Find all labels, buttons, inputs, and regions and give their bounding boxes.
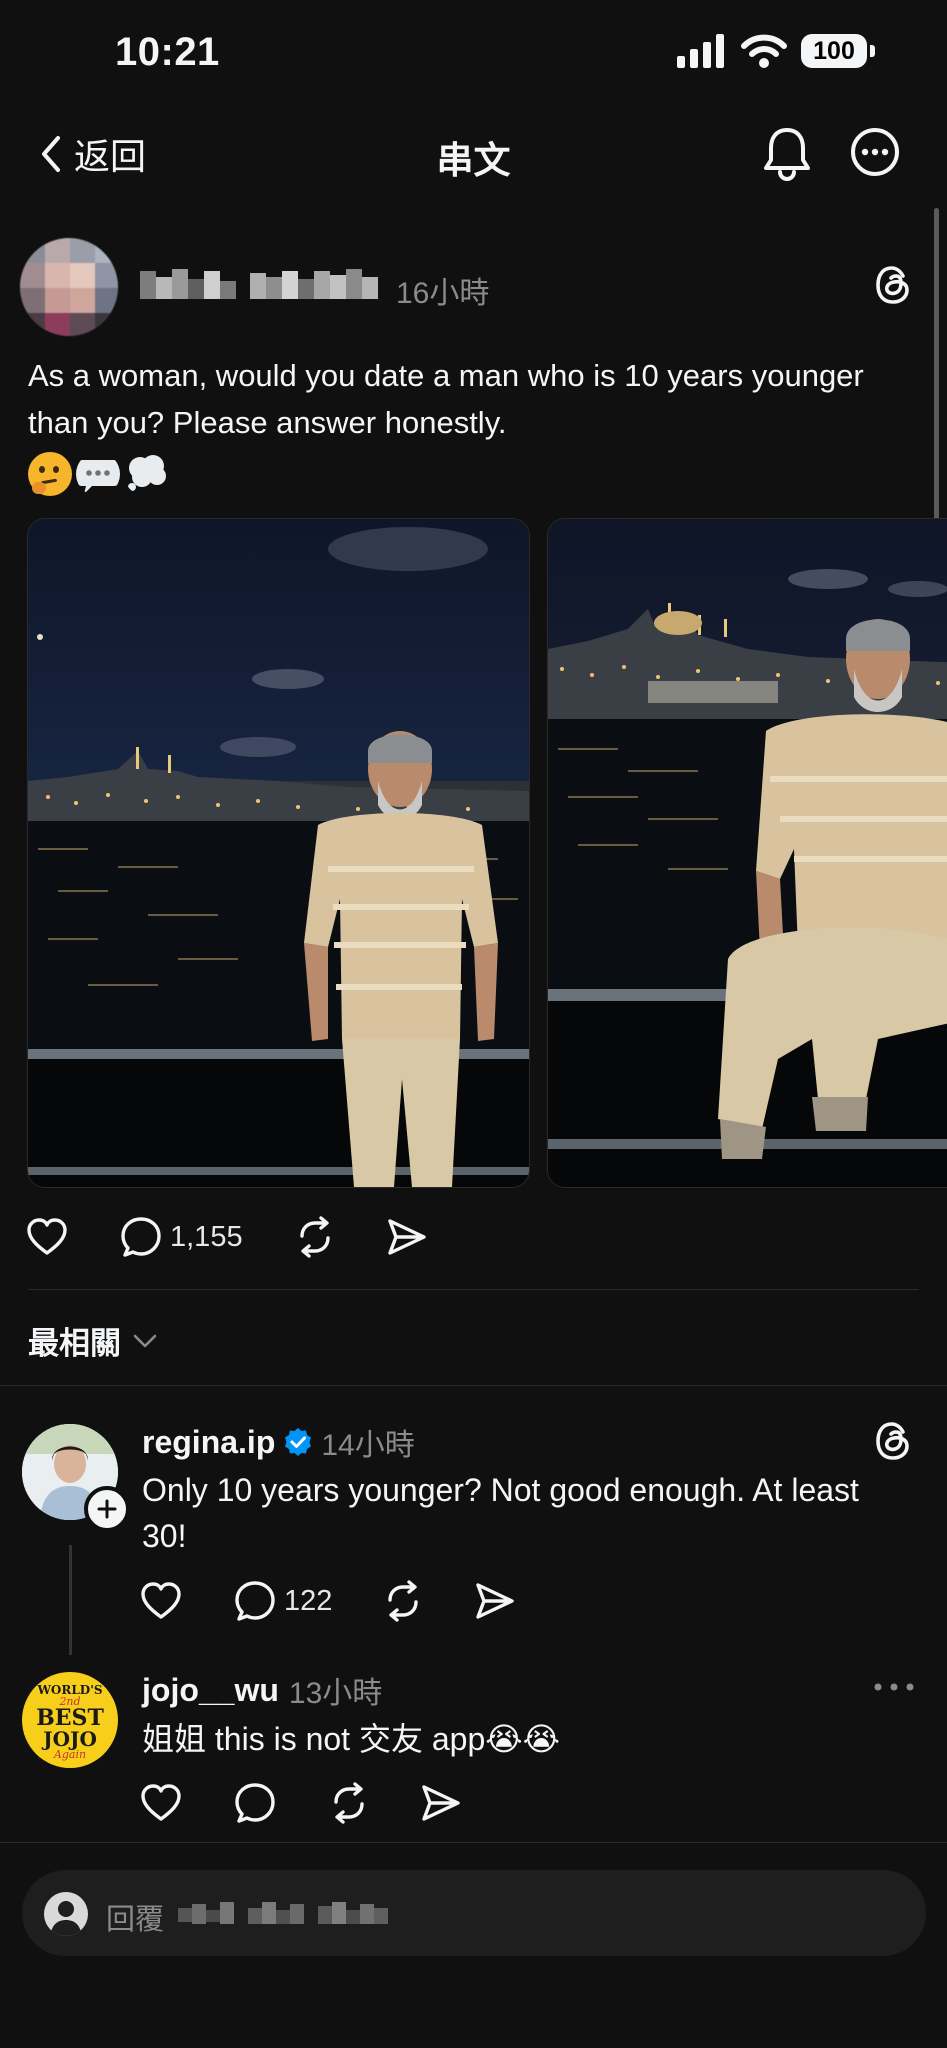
thought-balloon-emoji: [124, 455, 166, 496]
like-button[interactable]: [140, 1783, 234, 1823]
comment-button[interactable]: 122: [234, 1580, 382, 1622]
reply-actions: [140, 1782, 462, 1824]
reply-username[interactable]: jojo__wu: [142, 1672, 279, 1709]
heart-icon: [141, 1582, 181, 1619]
reply-body: 姐姐 this is not 交友 app😭😭: [142, 1721, 561, 1757]
divider: [28, 1289, 919, 1290]
follow-plus-button[interactable]: [84, 1486, 130, 1532]
share-button[interactable]: [420, 1783, 462, 1823]
reply-header: jojo__wu 13小時: [142, 1668, 382, 1712]
comment-button[interactable]: 1,155: [120, 1216, 294, 1258]
status-time: 10:21: [115, 30, 220, 74]
thinking-face-emoji: [28, 452, 72, 496]
comment-button[interactable]: [234, 1782, 328, 1824]
reply-composer[interactable]: 回覆: [22, 1870, 926, 1956]
reply-username[interactable]: regina.ip: [142, 1424, 275, 1461]
reply-header: regina.ip 14小時: [142, 1420, 415, 1464]
heart-icon: [27, 1218, 67, 1255]
like-button[interactable]: [26, 1217, 120, 1257]
sort-label: 最相關: [28, 1326, 121, 1361]
author-avatar[interactable]: [20, 238, 118, 336]
reply-input-placeholder: 回覆: [106, 1904, 165, 1936]
notification-button[interactable]: [762, 125, 812, 186]
repost-icon: [300, 1216, 330, 1258]
post-photo-2[interactable]: [547, 518, 947, 1188]
default-avatar-icon: [50, 1901, 82, 1936]
bell-icon: [764, 128, 810, 181]
comment-icon: [121, 1217, 161, 1257]
author-username-redacted[interactable]: [138, 267, 390, 301]
threads-logo-button[interactable]: [873, 1419, 913, 1468]
post-timestamp: 16小時: [396, 277, 490, 310]
threads-icon: [876, 266, 909, 304]
post-body: As a woman, would you date a man who is …: [28, 358, 864, 440]
reply-more-button[interactable]: [872, 1680, 916, 1698]
avatar-text-again: Again: [53, 1748, 87, 1761]
send-icon: [388, 1219, 426, 1255]
wifi-icon: [741, 34, 787, 68]
reply-body: Only 10 years younger? Not good enough. …: [142, 1472, 859, 1554]
scrollbar[interactable]: [934, 208, 939, 550]
speech-balloon-emoji: [76, 460, 120, 494]
battery-indicator: 100: [801, 34, 867, 68]
reply-timestamp: 14小時: [321, 1429, 415, 1462]
user-avatar-icon: [44, 1892, 88, 1936]
repost-button[interactable]: [328, 1782, 420, 1824]
comment-icon: [235, 1783, 275, 1823]
battery-level: 100: [813, 36, 855, 65]
sort-dropdown[interactable]: 最相關: [28, 1318, 157, 1363]
pixelated-avatar-image: [20, 238, 118, 336]
reply-actions: 122: [140, 1580, 516, 1622]
battery-nub: [870, 45, 875, 57]
comment-icon: [235, 1581, 275, 1621]
post-actions: 1,155: [26, 1216, 428, 1258]
post-photo-1[interactable]: [27, 518, 530, 1188]
thread-line: [69, 1545, 72, 1655]
night-harbor-photo: [28, 519, 529, 1187]
heart-icon: [141, 1784, 181, 1821]
verified-badge-icon: [285, 1428, 312, 1456]
share-button[interactable]: [474, 1581, 516, 1621]
reply-timestamp: 13小時: [288, 1677, 383, 1710]
avatar-text-jojo: JOJO: [43, 1727, 97, 1751]
post-emojis: [28, 452, 168, 496]
share-button[interactable]: [386, 1217, 428, 1257]
more-horizontal-icon: [874, 1683, 914, 1691]
avatar-text-best: BEST: [36, 1705, 104, 1731]
repost-button[interactable]: [294, 1216, 386, 1258]
pixelated-username: [138, 267, 390, 301]
send-icon: [422, 1785, 460, 1821]
like-button[interactable]: [140, 1581, 234, 1621]
reply-target-username-redacted: [176, 1898, 402, 1928]
divider: [0, 1385, 947, 1386]
chevron-down-icon: [133, 1334, 157, 1347]
reply-count: 1,155: [170, 1220, 243, 1253]
night-harbor-photo-seated: [548, 519, 947, 1187]
more-options-button[interactable]: [850, 127, 900, 182]
status-icons: 100: [677, 34, 875, 68]
repost-icon: [334, 1782, 364, 1824]
reply-avatar[interactable]: WORLD'S 2nd BEST JOJO Again: [22, 1672, 118, 1768]
pixelated-username: [176, 1898, 402, 1928]
repost-icon: [388, 1580, 418, 1622]
threads-logo-button[interactable]: [873, 263, 913, 312]
divider: [0, 1842, 947, 1843]
send-icon: [476, 1583, 514, 1619]
reply-count: 122: [284, 1584, 333, 1617]
threads-icon: [876, 1422, 909, 1460]
plus-icon: [97, 1499, 117, 1519]
repost-button[interactable]: [382, 1580, 474, 1622]
signal-icon: [677, 34, 724, 68]
more-circle-icon: [851, 128, 899, 176]
